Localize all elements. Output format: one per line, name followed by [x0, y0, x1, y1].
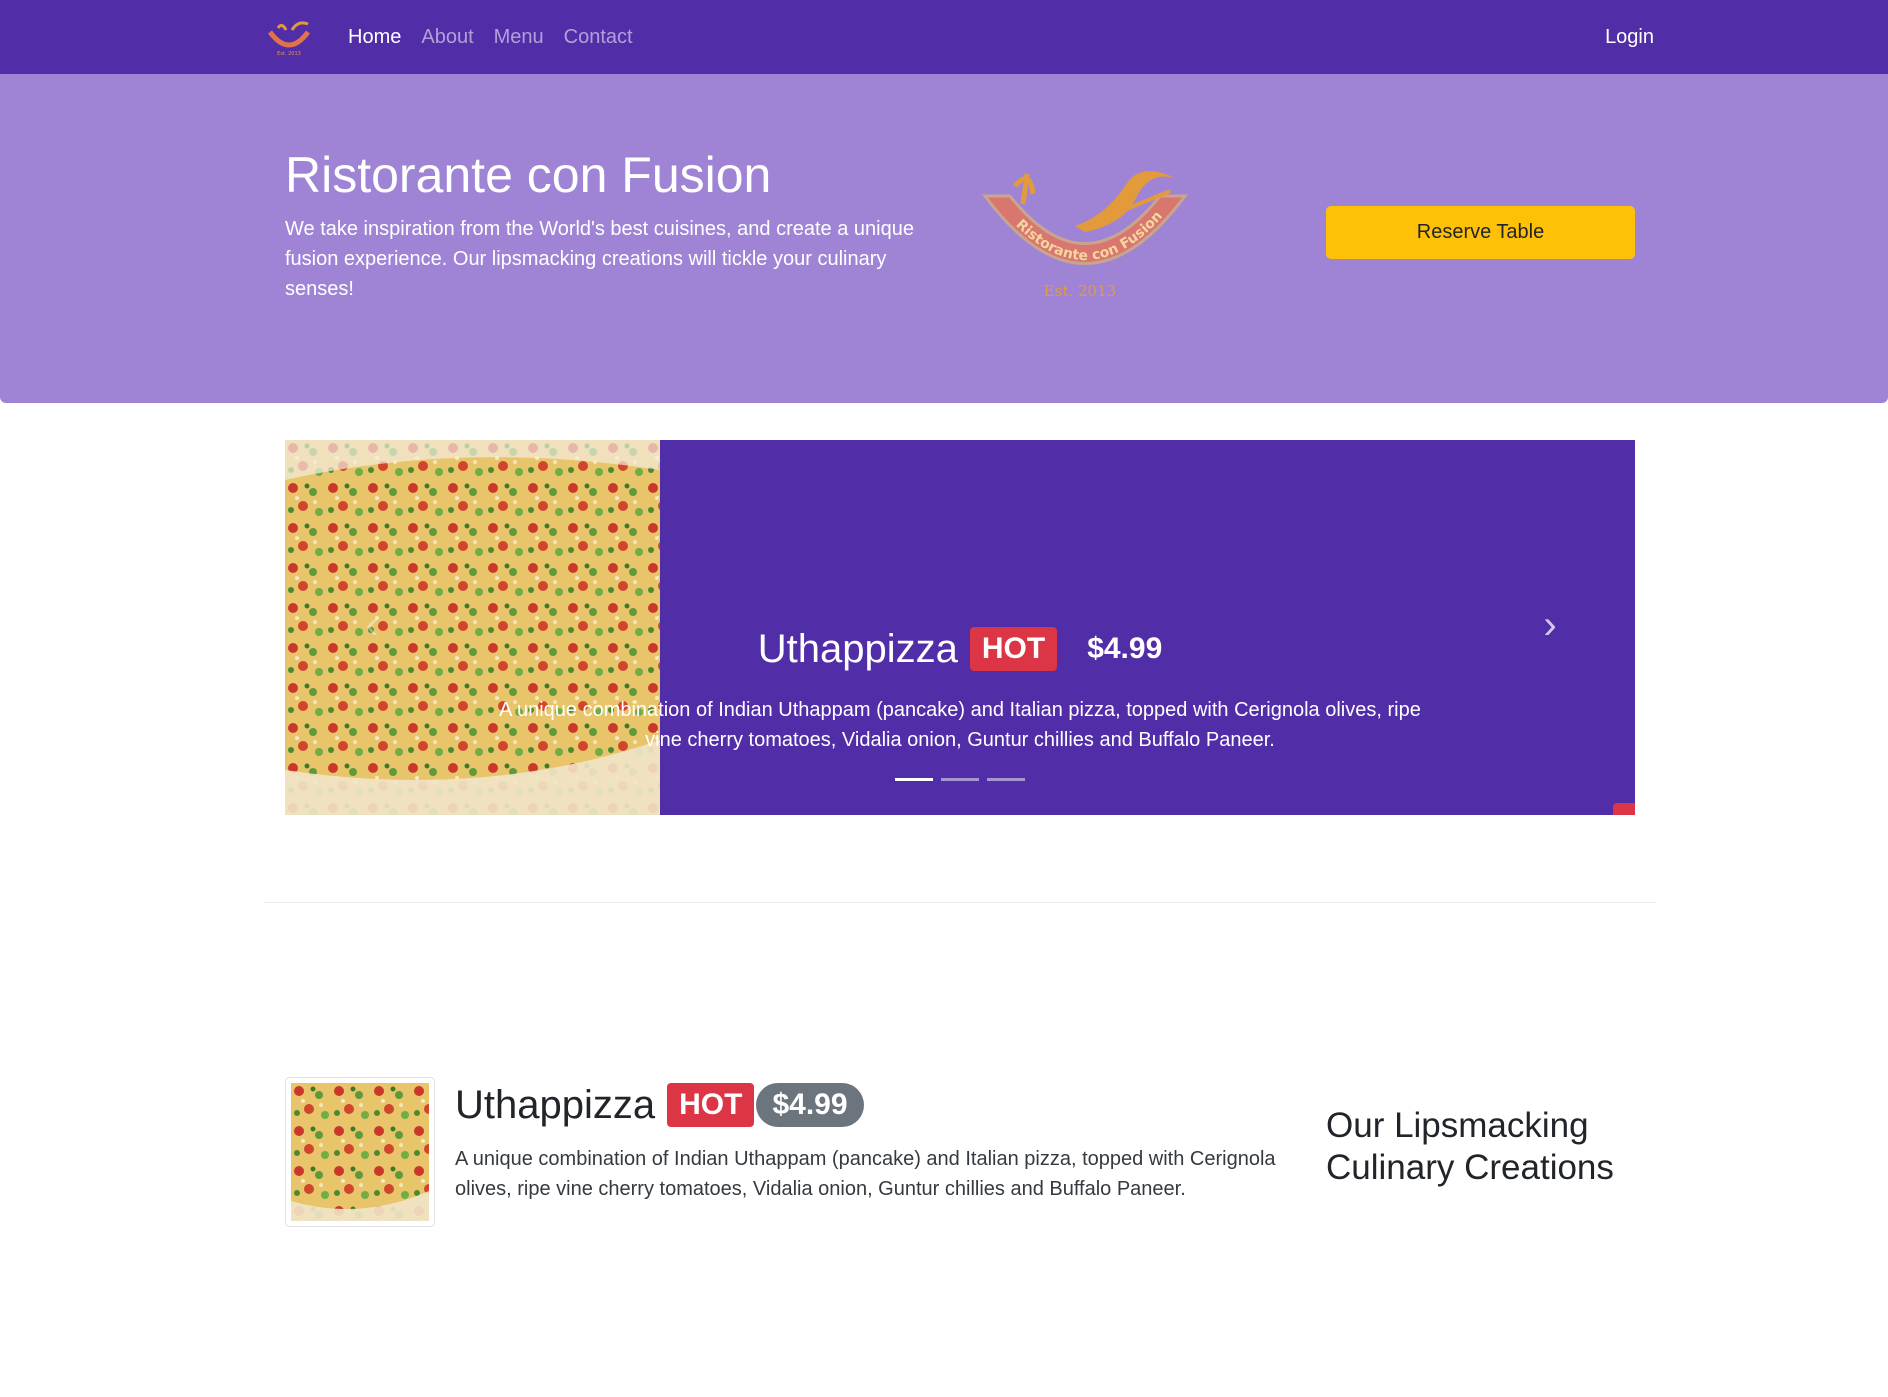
caption-heading: Uthappizza HOT $4.99: [485, 625, 1435, 673]
jumbotron-text: We take inspiration from the World's bes…: [285, 218, 914, 300]
carousel-prev-control[interactable]: ‹: [347, 600, 397, 650]
caption-dish-name: Uthappizza: [757, 626, 958, 671]
featured-thumbnail: [285, 1077, 435, 1227]
navbar: Est. 2013 Home About Menu Contact Login: [0, 0, 1888, 74]
nav-link-contact[interactable]: Contact: [564, 26, 633, 49]
featured-description: A unique combination of Indian Uthappam …: [455, 1148, 1276, 1200]
carousel-indicator-2[interactable]: [941, 778, 979, 781]
featured-price-badge: $4.99: [756, 1083, 864, 1127]
carousel: ‹ › Uthappizza HOT $4.99 A unique combin…: [285, 440, 1635, 815]
culinary-creations-heading: Our Lipsmacking Culinary Creations: [1326, 1106, 1614, 1187]
reserve-table-button[interactable]: Reserve Table: [1326, 206, 1635, 259]
restaurant-logo-icon: Ristorante con Fusion Est. 2013: [982, 171, 1188, 300]
carousel-caption: Uthappizza HOT $4.99 A unique combinatio…: [485, 625, 1435, 755]
featured-pizza-image: [291, 1083, 429, 1221]
svg-text:Est. 2013: Est. 2013: [277, 51, 301, 57]
featured-dish-name: Uthappizza: [455, 1082, 656, 1127]
caption-hot-badge: HOT: [969, 627, 1058, 671]
caption-price: $4.99: [1087, 632, 1163, 665]
carousel-indicators: [895, 778, 1033, 781]
carousel-indicator-1[interactable]: [895, 778, 933, 781]
section-divider: [264, 902, 1656, 903]
brand-logo-icon[interactable]: Est. 2013: [264, 18, 314, 58]
jumbotron: Ristorante con Fusion We take inspiratio…: [0, 74, 1888, 403]
featured-heading: Uthappizza HOT $4.99: [455, 1080, 1285, 1130]
featured-hot-badge: HOT: [667, 1083, 755, 1127]
nav-link-menu[interactable]: Menu: [494, 26, 544, 49]
carousel-next-control[interactable]: ›: [1525, 600, 1575, 650]
chevron-left-icon: ‹: [365, 602, 379, 647]
logo-est-text: Est. 2013: [1044, 282, 1116, 300]
caption-description: A unique combination of Indian Uthappam …: [499, 699, 1421, 751]
nav-links: Home About Menu Contact: [348, 0, 653, 74]
nav-link-about[interactable]: About: [421, 26, 473, 49]
login-link[interactable]: Login: [1605, 0, 1654, 74]
nav-link-home[interactable]: Home: [348, 26, 401, 49]
chevron-right-icon: ›: [1543, 602, 1557, 647]
page-title: Ristorante con Fusion: [285, 147, 772, 203]
corner-marker: [1613, 803, 1635, 815]
featured-media-body: Uthappizza HOT $4.99 A unique combinatio…: [455, 1080, 1285, 1204]
carousel-indicator-3[interactable]: [987, 778, 1025, 781]
